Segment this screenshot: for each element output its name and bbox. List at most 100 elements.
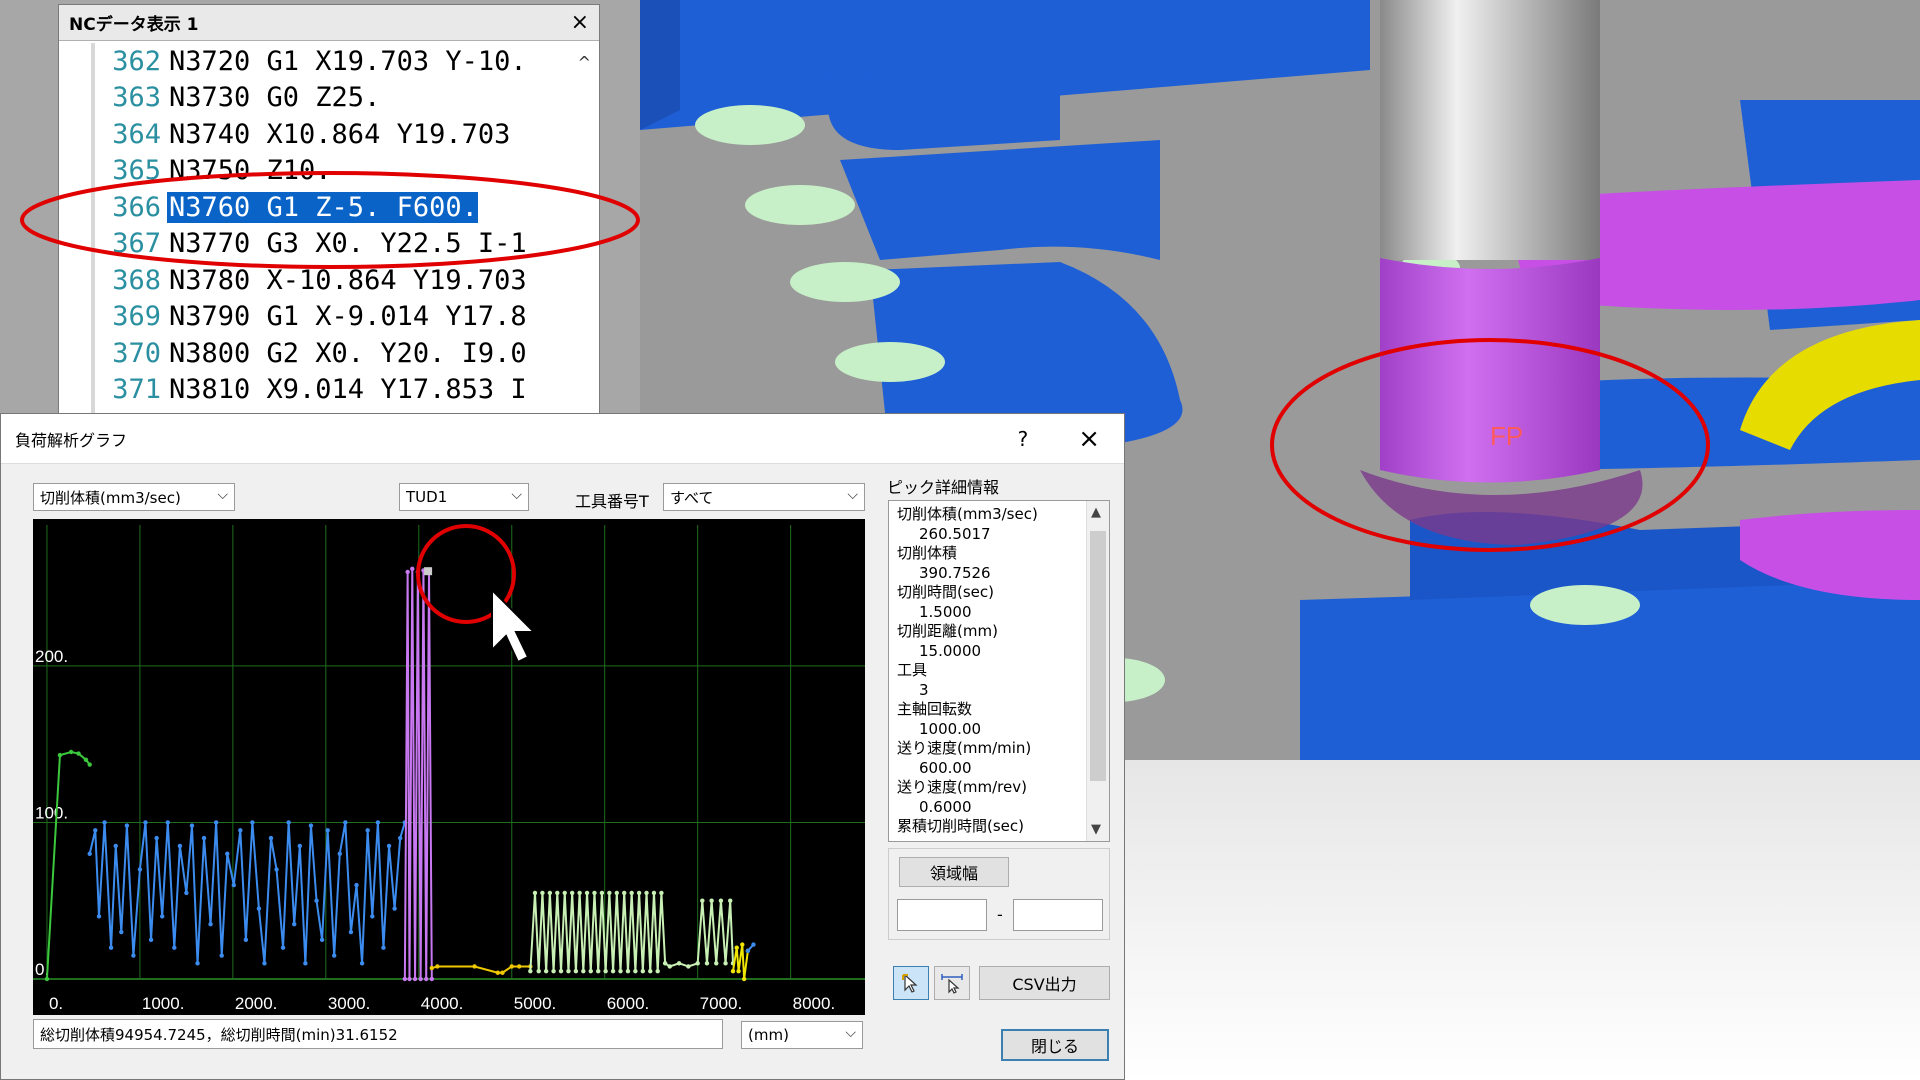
nc-line[interactable]: 368 N3780 X-10.864 Y19.703: [91, 262, 569, 299]
dialog-close-icon[interactable]: ×: [1078, 424, 1100, 454]
pick-detail-list[interactable]: 切削体積(mm3/sec) 260.5017 切削体積 390.7526 切削時間(se…: [888, 500, 1110, 842]
nc-line[interactable]: 367 N3770 G3 X0. Y22.5 I-1: [91, 226, 569, 263]
nc-line[interactable]: 363 N3730 G0 Z25.: [91, 80, 569, 117]
nc-line[interactable]: 364 N3740 X10.864 Y19.703: [91, 116, 569, 153]
data-point: [584, 890, 590, 896]
chevron-up-icon[interactable]: ▲: [1091, 505, 1101, 520]
data-point: [723, 961, 728, 966]
data-point: [337, 851, 342, 856]
pick-item-label: 切削体積(mm3/sec): [897, 505, 1038, 523]
pick-item-value: 260.5017: [919, 524, 991, 543]
nc-line-number: 363: [112, 82, 161, 114]
data-point: [629, 890, 634, 896]
nc-line-text: N3770 G3 X0. Y22.5 I-1: [169, 228, 527, 260]
data-point: [536, 968, 541, 974]
data-point: [728, 898, 733, 903]
nc-line[interactable]: 370 N3800 G2 X0. Y20. I9.0: [91, 335, 569, 372]
data-point: [57, 752, 63, 758]
nc-line-text: N3800 G2 X0. Y20. I9.0: [169, 337, 527, 369]
data-point: [76, 751, 81, 756]
range-width-button[interactable]: 領域幅: [899, 857, 1009, 887]
tool-select-value: TUD1: [406, 488, 448, 506]
data-point: [429, 965, 435, 971]
data-point: [325, 828, 330, 833]
metric-select[interactable]: 切削体積(mm3/sec) ⌵: [33, 483, 235, 511]
range-end-field[interactable]: [1013, 899, 1103, 931]
data-point: [730, 968, 736, 974]
data-point: [415, 569, 421, 575]
data-point: [375, 820, 381, 825]
data-point: [93, 828, 98, 833]
pick-item-label: 切削体積: [897, 544, 958, 562]
pick-mode-button[interactable]: [893, 966, 929, 1000]
data-point: [500, 970, 505, 975]
data-point: [238, 828, 243, 833]
dialog-titlebar[interactable]: 負荷解析グラフ ? ×: [1, 414, 1124, 464]
data-point: [124, 823, 130, 828]
nc-line-number: 362: [112, 45, 161, 77]
range-mode-button[interactable]: [934, 966, 970, 1000]
nc-line[interactable]: 369 N3790 G1 X-9.014 Y17.8: [91, 299, 569, 336]
nc-line[interactable]: 365 N3750 Z10.: [91, 153, 569, 190]
nc-data-window[interactable]: NCデータ表示 1 × 362 N3720 G1 X19.703 Y-10. 363…: [58, 4, 600, 424]
pick-scroll-thumb[interactable]: [1090, 531, 1106, 781]
data-point: [102, 820, 107, 825]
data-point: [256, 906, 262, 911]
chevron-down-icon: ⌵: [847, 487, 858, 503]
data-point: [213, 820, 219, 825]
nc-code-list[interactable]: 362 N3720 G1 X19.703 Y-10. 363 N3730 G0 Z25…: [91, 43, 569, 423]
chevron-down-icon[interactable]: ▼: [1091, 822, 1101, 837]
nc-line[interactable]: 371 N3810 X9.014 Y17.853 I: [91, 372, 569, 409]
data-point: [651, 890, 657, 896]
load-graph[interactable]: 0. 100. 200. 0. 1000. 2000. 3000. 4000. 5000. 60…: [33, 519, 865, 1015]
data-point: [424, 976, 429, 982]
data-point: [172, 945, 177, 950]
nc-titlebar[interactable]: NCデータ表示 1 ×: [59, 5, 599, 41]
data-point: [184, 890, 189, 896]
scroll-up-icon[interactable]: ^: [578, 53, 591, 72]
data-point: [472, 964, 477, 969]
data-point: [402, 976, 408, 982]
nc-close-icon[interactable]: ×: [571, 10, 589, 35]
data-point: [219, 953, 224, 958]
x-tick-label: 7000.: [700, 994, 743, 1013]
pick-item-label: 切削距離(mm): [897, 622, 998, 640]
data-point: [532, 890, 538, 896]
nc-line-text: N3780 X-10.864 Y19.703: [169, 264, 527, 296]
data-point: [87, 851, 92, 856]
range-start-field[interactable]: [897, 899, 987, 931]
data-point: [268, 835, 274, 841]
data-point: [555, 890, 560, 896]
data-point: [509, 964, 514, 969]
metric-select-value: 切削体積(mm3/sec): [40, 488, 181, 507]
help-icon[interactable]: ?: [1018, 427, 1029, 451]
pick-item-label: 累積切削時間(sec): [897, 817, 1024, 835]
data-point: [365, 828, 370, 833]
nc-line[interactable]: 362 N3720 G1 X19.703 Y-10.: [91, 43, 569, 80]
data-point: [435, 964, 440, 969]
data-point: [231, 882, 236, 888]
data-point: [547, 890, 553, 896]
data-point: [412, 976, 418, 982]
data-point: [640, 968, 646, 974]
data-point: [495, 970, 501, 975]
tool-number-select[interactable]: すべて ⌵: [663, 483, 865, 511]
data-point: [603, 968, 608, 974]
range-pointer-icon: [941, 974, 963, 994]
pick-scrollbar[interactable]: ▲ ▼: [1086, 501, 1109, 841]
csv-export-button[interactable]: CSV出力: [979, 966, 1110, 1000]
data-point: [189, 823, 195, 828]
x-tick-label: 0.: [49, 994, 63, 1013]
close-button[interactable]: 閉じる: [1001, 1029, 1109, 1061]
x-tick-label: 6000.: [607, 994, 650, 1013]
tool-select[interactable]: TUD1 ⌵: [399, 483, 529, 511]
data-point: [528, 968, 533, 974]
nc-line[interactable]: 366 N3760 G1 Z-5. F600.: [91, 189, 569, 226]
data-point: [633, 968, 638, 974]
unit-select[interactable]: (mm) ⌵: [741, 1021, 863, 1049]
data-point: [68, 749, 74, 755]
summary-field: 総切削体積94954.7245，総切削時間(min)31.6152: [33, 1019, 723, 1049]
data-point: [562, 890, 567, 896]
x-tick-label: 4000.: [421, 994, 464, 1013]
data-point: [397, 835, 403, 841]
